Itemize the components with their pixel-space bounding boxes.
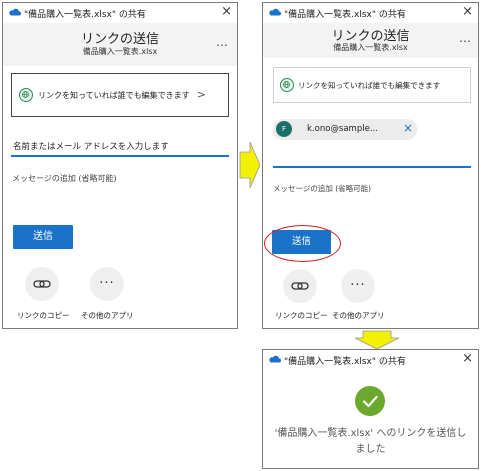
dialog-title: リンクの送信 [80, 32, 159, 47]
recipient-chip: F k.ono@sample... × [273, 119, 417, 140]
other-apps-label: その他のアプリ [332, 311, 385, 320]
share-dialog-sent: "備品購入一覧表.xlsx" の共有 × '備品購入一覧表.xlsx' へのリン… [262, 349, 479, 469]
copy-link-button[interactable] [25, 267, 59, 301]
other-apps-button[interactable]: ··· [90, 267, 124, 301]
confirmation-line-2: ました [355, 444, 386, 455]
avatar: F [276, 121, 292, 137]
check-icon [355, 386, 385, 416]
link-icon [33, 280, 51, 288]
file-name: 備品購入一覧表.xlsx [333, 43, 408, 52]
link-settings-button[interactable]: リンクを知っていれば誰でも編集できます > [11, 73, 229, 117]
title-bar: "備品購入一覧表.xlsx" の共有 × [263, 350, 478, 370]
message-input[interactable]: メッセージの追加 (省略可能) [12, 173, 117, 184]
send-button[interactable]: 送信 [13, 225, 73, 249]
recipient-input-underline [273, 166, 471, 168]
globe-icon [19, 88, 33, 102]
onedrive-cloud-icon [9, 8, 21, 16]
other-apps-label: その他のアプリ [81, 311, 134, 320]
chevron-right-icon: > [196, 88, 206, 101]
send-button-highlight [264, 225, 341, 262]
confirmation-line-1: '備品購入一覧表.xlsx' へのリンクを送信し [274, 428, 467, 439]
window-title: "備品購入一覧表.xlsx" の共有 [284, 10, 406, 20]
recipient-email: k.ono@sample... [307, 124, 378, 134]
copy-link-button[interactable] [283, 269, 317, 303]
dialog-header: リンクの送信 備品購入一覧表.xlsx … [3, 23, 237, 66]
right-arrow-icon [239, 141, 261, 189]
dialog-header: リンクの送信 備品購入一覧表.xlsx … [263, 23, 478, 58]
remove-recipient-icon[interactable]: × [403, 121, 413, 135]
close-icon[interactable]: × [462, 352, 473, 366]
message-input[interactable]: メッセージの追加 (省略可能) [273, 183, 371, 194]
link-icon [291, 282, 309, 290]
link-settings-label: リンクを知っていれば誰でも編集できます [298, 81, 441, 90]
onedrive-cloud-icon [269, 8, 281, 16]
more-apps-icon: ··· [350, 278, 366, 293]
title-bar: "備品購入一覧表.xlsx" の共有 × [263, 3, 478, 23]
link-settings-label: リンクを知っていれば誰でも編集できます [38, 91, 190, 100]
share-dialog-initial: "備品購入一覧表.xlsx" の共有 × リンクの送信 備品購入一覧表.xlsx… [2, 2, 238, 329]
more-apps-icon: ··· [99, 276, 115, 291]
title-bar: "備品購入一覧表.xlsx" の共有 × [3, 3, 237, 23]
close-icon[interactable]: × [462, 5, 473, 19]
window-title: "備品購入一覧表.xlsx" の共有 [24, 10, 146, 20]
confirmation-message: '備品購入一覧表.xlsx' へのリンクを送信し ました [267, 426, 474, 458]
file-name: 備品購入一覧表.xlsx [82, 47, 158, 56]
share-dialog-filled: "備品購入一覧表.xlsx" の共有 × リンクの送信 備品購入一覧表.xlsx… [262, 2, 479, 329]
more-options-icon[interactable]: … [459, 31, 472, 45]
more-options-icon[interactable]: … [216, 35, 229, 49]
globe-icon [280, 78, 294, 92]
down-arrow-icon [354, 330, 400, 350]
recipient-input-underline [11, 155, 229, 157]
close-icon[interactable]: × [221, 5, 232, 19]
recipient-input[interactable]: 名前またはメール アドレスを入力します [13, 140, 169, 152]
window-title: "備品購入一覧表.xlsx" の共有 [284, 357, 406, 367]
copy-link-label: リンクのコピー [17, 311, 70, 320]
link-settings-button[interactable]: リンクを知っていれば誰でも編集できます [273, 67, 471, 103]
copy-link-label: リンクのコピー [275, 311, 328, 320]
other-apps-button[interactable]: ··· [341, 269, 375, 303]
onedrive-cloud-icon [269, 355, 281, 363]
